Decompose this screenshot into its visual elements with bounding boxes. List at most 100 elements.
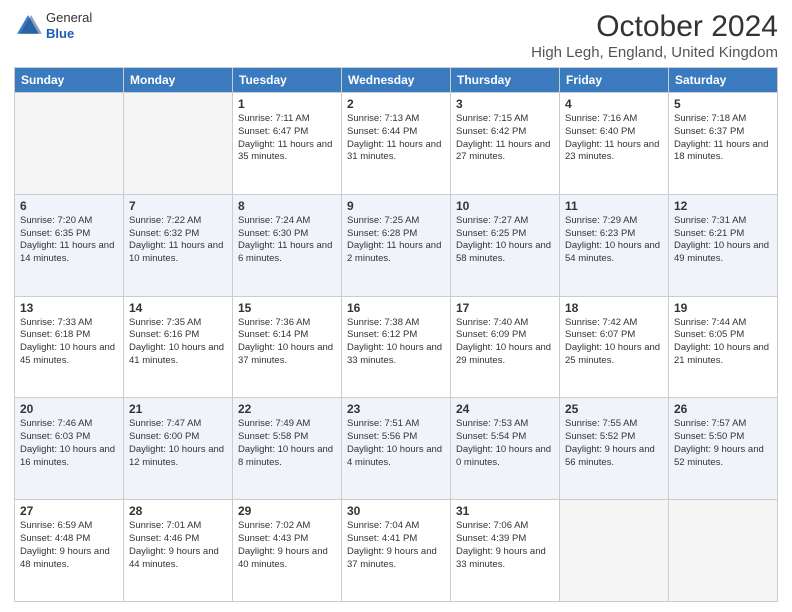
calendar-cell-w3-d4: 17 Sunrise: 7:40 AM Sunset: 6:09 PM Dayli… [451, 296, 560, 398]
cell-info: Sunrise: 7:02 AM Sunset: 4:43 PM Dayligh… [238, 520, 336, 571]
calendar-cell-w2-d3: 9Sunrise: 7:25 AM Sunset: 6:28 PM Daylig… [342, 194, 451, 296]
day-number: 22 [238, 402, 336, 416]
th-wednesday: Wednesday [342, 68, 451, 93]
day-number: 27 [20, 504, 118, 518]
logo-blue: Blue [46, 26, 92, 42]
day-number: 30 [347, 504, 445, 518]
cell-info: Sunrise: 7:42 AM Sunset: 6:07 PM Dayligh… [565, 317, 663, 368]
cell-info: Sunrise: 7:15 AM Sunset: 6:42 PM Dayligh… [456, 113, 554, 164]
cell-info: Sunrise: 7:11 AM Sunset: 6:47 PM Dayligh… [238, 113, 336, 164]
cell-info: Sunrise: 7:06 AM Sunset: 4:39 PM Dayligh… [456, 520, 554, 571]
day-number: 8 [238, 199, 336, 213]
calendar-cell-w2-d4: 10Sunrise: 7:27 AM Sunset: 6:25 PM Dayli… [451, 194, 560, 296]
day-number: 3 [456, 97, 554, 111]
week-row-4: 20 Sunrise: 7:46 AM Sunset: 6:03 PM Dayli… [15, 398, 778, 500]
day-number: 11 [565, 199, 663, 213]
day-number: 20 [20, 402, 118, 416]
cell-info: Sunrise: 7:35 AM Sunset: 6:16 PM Dayligh… [129, 317, 227, 368]
calendar-cell-w1-d1 [124, 93, 233, 195]
calendar-cell-w2-d0: 6 Sunrise: 7:20 AM Sunset: 6:35 PM Daylig… [15, 194, 124, 296]
cell-info: Sunrise: 7:47 AM Sunset: 6:00 PM Dayligh… [129, 418, 227, 469]
week-row-1: 1 Sunrise: 7:11 AM Sunset: 6:47 PM Daylig… [15, 93, 778, 195]
day-number: 23 [347, 402, 445, 416]
day-number: 19 [674, 301, 772, 315]
th-monday: Monday [124, 68, 233, 93]
day-number: 1 [238, 97, 336, 111]
th-saturday: Saturday [669, 68, 778, 93]
calendar-cell-w3-d1: 14 Sunrise: 7:35 AM Sunset: 6:16 PM Dayli… [124, 296, 233, 398]
cell-info: Sunrise: 7:04 AM Sunset: 4:41 PM Dayligh… [347, 520, 445, 571]
day-number: 28 [129, 504, 227, 518]
cell-info: Sunrise: 7:33 AM Sunset: 6:18 PM Dayligh… [20, 317, 118, 368]
logo-general: General [46, 10, 92, 26]
calendar-cell-w3-d5: 18 Sunrise: 7:42 AM Sunset: 6:07 PM Dayli… [560, 296, 669, 398]
calendar-cell-w4-d2: 22 Sunrise: 7:49 AM Sunset: 5:58 PM Dayli… [233, 398, 342, 500]
day-number: 26 [674, 402, 772, 416]
calendar-cell-w1-d5: 4 Sunrise: 7:16 AM Sunset: 6:40 PM Daylig… [560, 93, 669, 195]
day-number: 21 [129, 402, 227, 416]
cell-info: Sunrise: 7:24 AM Sunset: 6:30 PM Dayligh… [238, 215, 336, 266]
th-friday: Friday [560, 68, 669, 93]
page: General Blue October 2024 High Legh, Eng… [0, 0, 792, 612]
day-number: 4 [565, 97, 663, 111]
cell-info: Sunrise: 7:46 AM Sunset: 6:03 PM Dayligh… [20, 418, 118, 469]
th-sunday: Sunday [15, 68, 124, 93]
header: General Blue October 2024 High Legh, Eng… [14, 10, 778, 61]
calendar-cell-w3-d6: 19 Sunrise: 7:44 AM Sunset: 6:05 PM Dayli… [669, 296, 778, 398]
day-number: 25 [565, 402, 663, 416]
calendar-cell-w3-d3: 16Sunrise: 7:38 AM Sunset: 6:12 PM Dayli… [342, 296, 451, 398]
day-number: 14 [129, 301, 227, 315]
day-number: 17 [456, 301, 554, 315]
cell-info: Sunrise: 7:49 AM Sunset: 5:58 PM Dayligh… [238, 418, 336, 469]
logo: General Blue [14, 10, 92, 41]
weekday-header-row: Sunday Monday Tuesday Wednesday Thursday… [15, 68, 778, 93]
calendar-cell-w5-d5 [560, 500, 669, 602]
cell-info: Sunrise: 7:55 AM Sunset: 5:52 PM Dayligh… [565, 418, 663, 469]
day-number: 18 [565, 301, 663, 315]
calendar-cell-w2-d2: 8 Sunrise: 7:24 AM Sunset: 6:30 PM Daylig… [233, 194, 342, 296]
calendar-cell-w2-d5: 11 Sunrise: 7:29 AM Sunset: 6:23 PM Dayli… [560, 194, 669, 296]
calendar-cell-w1-d2: 1 Sunrise: 7:11 AM Sunset: 6:47 PM Daylig… [233, 93, 342, 195]
cell-info: Sunrise: 7:40 AM Sunset: 6:09 PM Dayligh… [456, 317, 554, 368]
calendar-cell-w5-d2: 29 Sunrise: 7:02 AM Sunset: 4:43 PM Dayli… [233, 500, 342, 602]
day-number: 15 [238, 301, 336, 315]
main-title: October 2024 [531, 10, 778, 44]
cell-info: Sunrise: 6:59 AM Sunset: 4:48 PM Dayligh… [20, 520, 118, 571]
day-number: 16 [347, 301, 445, 315]
cell-info: Sunrise: 7:22 AM Sunset: 6:32 PM Dayligh… [129, 215, 227, 266]
cell-info: Sunrise: 7:31 AM Sunset: 6:21 PM Dayligh… [674, 215, 772, 266]
day-number: 31 [456, 504, 554, 518]
cell-info: Sunrise: 7:57 AM Sunset: 5:50 PM Dayligh… [674, 418, 772, 469]
calendar-cell-w5-d1: 28 Sunrise: 7:01 AM Sunset: 4:46 PM Dayli… [124, 500, 233, 602]
cell-info: Sunrise: 7:13 AM Sunset: 6:44 PM Dayligh… [347, 113, 445, 164]
day-number: 12 [674, 199, 772, 213]
subtitle: High Legh, England, United Kingdom [531, 44, 778, 61]
calendar-cell-w5-d6 [669, 500, 778, 602]
calendar-cell-w2-d6: 12 Sunrise: 7:31 AM Sunset: 6:21 PM Dayli… [669, 194, 778, 296]
cell-info: Sunrise: 7:16 AM Sunset: 6:40 PM Dayligh… [565, 113, 663, 164]
day-number: 13 [20, 301, 118, 315]
th-thursday: Thursday [451, 68, 560, 93]
calendar-cell-w4-d0: 20 Sunrise: 7:46 AM Sunset: 6:03 PM Dayli… [15, 398, 124, 500]
title-block: October 2024 High Legh, England, United … [531, 10, 778, 61]
cell-info: Sunrise: 7:20 AM Sunset: 6:35 PM Dayligh… [20, 215, 118, 266]
calendar-cell-w5-d3: 30 Sunrise: 7:04 AM Sunset: 4:41 PM Dayli… [342, 500, 451, 602]
cell-info: Sunrise: 7:44 AM Sunset: 6:05 PM Dayligh… [674, 317, 772, 368]
cell-info: Sunrise: 7:29 AM Sunset: 6:23 PM Dayligh… [565, 215, 663, 266]
cell-info: Sunrise: 7:18 AM Sunset: 6:37 PM Dayligh… [674, 113, 772, 164]
cell-info: Sunrise: 7:53 AM Sunset: 5:54 PM Dayligh… [456, 418, 554, 469]
calendar-cell-w1-d3: 2Sunrise: 7:13 AM Sunset: 6:44 PM Daylig… [342, 93, 451, 195]
cell-info: Sunrise: 7:27 AM Sunset: 6:25 PM Dayligh… [456, 215, 554, 266]
day-number: 9 [347, 199, 445, 213]
cell-info: Sunrise: 7:01 AM Sunset: 4:46 PM Dayligh… [129, 520, 227, 571]
logo-text: General Blue [46, 10, 92, 41]
day-number: 29 [238, 504, 336, 518]
calendar-cell-w4-d4: 24Sunrise: 7:53 AM Sunset: 5:54 PM Dayli… [451, 398, 560, 500]
calendar-cell-w1-d6: 5Sunrise: 7:18 AM Sunset: 6:37 PM Daylig… [669, 93, 778, 195]
calendar-cell-w4-d5: 25 Sunrise: 7:55 AM Sunset: 5:52 PM Dayli… [560, 398, 669, 500]
calendar-table: Sunday Monday Tuesday Wednesday Thursday… [14, 67, 778, 602]
calendar-cell-w1-d4: 3 Sunrise: 7:15 AM Sunset: 6:42 PM Daylig… [451, 93, 560, 195]
day-number: 6 [20, 199, 118, 213]
week-row-5: 27 Sunrise: 6:59 AM Sunset: 4:48 PM Dayli… [15, 500, 778, 602]
th-tuesday: Tuesday [233, 68, 342, 93]
